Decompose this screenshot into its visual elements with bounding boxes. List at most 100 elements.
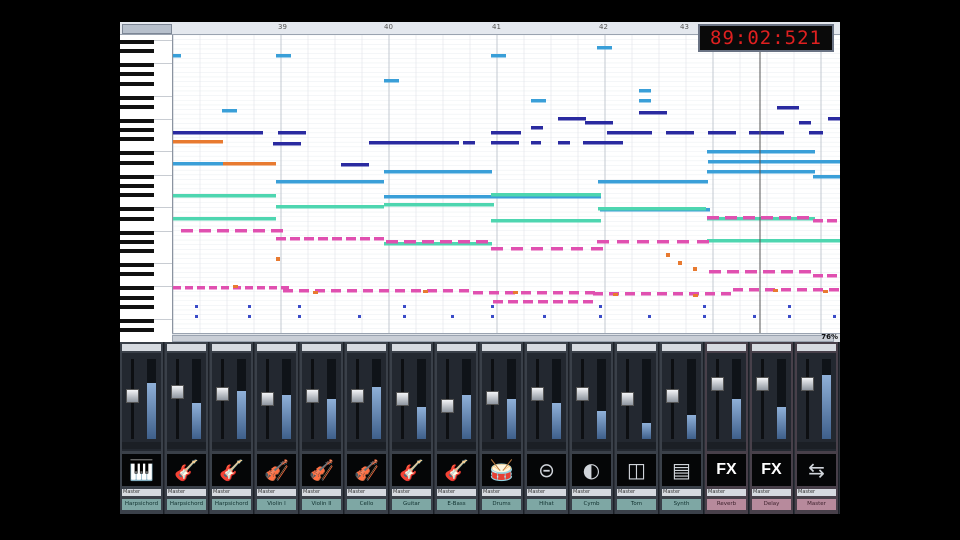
note[interactable] (221, 286, 229, 290)
channel-name[interactable]: Drums (482, 499, 521, 510)
note[interactable] (707, 170, 815, 174)
note[interactable] (779, 216, 791, 220)
channel-name[interactable]: Violin II (302, 499, 341, 510)
note[interactable] (809, 131, 823, 135)
fader-track[interactable] (806, 359, 809, 439)
note[interactable] (458, 240, 470, 244)
note[interactable] (217, 229, 229, 233)
note[interactable] (693, 294, 698, 297)
insert-slot[interactable] (797, 344, 836, 351)
output-routing[interactable]: Master (122, 489, 161, 496)
note[interactable] (440, 240, 452, 244)
note[interactable] (332, 237, 342, 241)
note[interactable] (491, 315, 494, 318)
black-key[interactable] (120, 239, 154, 244)
note[interactable] (666, 131, 694, 135)
channel-name[interactable]: Harpsichord (167, 499, 206, 510)
black-key[interactable] (120, 48, 154, 53)
horizontal-scrollbar[interactable]: 76% (172, 333, 840, 342)
note[interactable] (797, 288, 807, 292)
note[interactable] (276, 257, 280, 261)
note[interactable] (369, 141, 459, 145)
black-key[interactable] (120, 286, 154, 291)
black-key[interactable] (120, 118, 154, 123)
note-canvas[interactable] (173, 35, 840, 333)
note[interactable] (763, 270, 775, 274)
note[interactable] (597, 46, 612, 50)
note[interactable] (386, 240, 398, 244)
volume-fader[interactable] (531, 386, 544, 401)
note[interactable] (697, 240, 709, 244)
note[interactable] (491, 305, 494, 308)
note[interactable] (813, 239, 840, 243)
volume-fader[interactable] (216, 386, 229, 401)
note[interactable] (569, 291, 579, 295)
note[interactable] (703, 315, 706, 318)
output-routing[interactable]: Master (302, 489, 341, 496)
volume-fader[interactable] (441, 398, 454, 413)
volume-fader[interactable] (171, 385, 184, 400)
note[interactable] (281, 286, 289, 290)
note[interactable] (451, 315, 454, 318)
note[interactable] (553, 291, 563, 295)
strings-icon[interactable]: 🎻 (257, 454, 296, 486)
note[interactable] (571, 247, 583, 251)
note[interactable] (181, 229, 193, 233)
note[interactable] (828, 117, 840, 121)
note[interactable] (491, 131, 521, 135)
note[interactable] (799, 270, 811, 274)
note[interactable] (273, 142, 301, 146)
channel-name[interactable]: Tom (617, 499, 656, 510)
note[interactable] (363, 289, 373, 293)
black-key[interactable] (120, 151, 154, 156)
note[interactable] (827, 274, 837, 278)
volume-fader[interactable] (801, 377, 814, 392)
note[interactable] (708, 131, 736, 135)
channel-name[interactable]: Synth (662, 499, 701, 510)
note[interactable] (625, 292, 635, 296)
note[interactable] (531, 141, 541, 145)
insert-slot[interactable] (527, 344, 566, 351)
note[interactable] (593, 292, 603, 296)
note[interactable] (531, 99, 546, 103)
black-key[interactable] (120, 216, 154, 221)
note[interactable] (677, 240, 689, 244)
note[interactable] (384, 79, 399, 83)
note[interactable] (304, 237, 314, 241)
black-key[interactable] (120, 160, 154, 165)
black-key[interactable] (120, 263, 154, 268)
insert-slot[interactable] (707, 344, 746, 351)
note[interactable] (423, 290, 428, 293)
note[interactable] (173, 54, 181, 58)
black-key[interactable] (120, 72, 154, 77)
black-key[interactable] (120, 295, 154, 300)
volume-fader[interactable] (351, 388, 364, 403)
note[interactable] (443, 289, 453, 293)
insert-slot[interactable] (662, 344, 701, 351)
note[interactable] (707, 150, 815, 154)
volume-fader[interactable] (306, 388, 319, 403)
hihat-icon[interactable]: ⊝ (527, 454, 566, 486)
note[interactable] (508, 300, 518, 304)
note[interactable] (705, 292, 715, 296)
note[interactable] (276, 205, 384, 209)
volume-fader[interactable] (666, 388, 679, 403)
output-routing[interactable]: Master (482, 489, 521, 496)
note[interactable] (427, 289, 437, 293)
note[interactable] (298, 315, 301, 318)
note[interactable] (641, 292, 651, 296)
volume-fader[interactable] (126, 388, 139, 403)
cello-icon[interactable]: 🎻 (347, 454, 386, 486)
note[interactable] (531, 126, 543, 130)
volume-fader[interactable] (756, 377, 769, 392)
note[interactable] (199, 229, 211, 233)
note[interactable] (617, 240, 629, 244)
note[interactable] (666, 253, 670, 257)
note[interactable] (222, 109, 237, 113)
note[interactable] (749, 131, 784, 135)
channel-name[interactable]: Hihat (527, 499, 566, 510)
note[interactable] (523, 300, 533, 304)
volume-fader[interactable] (711, 377, 724, 392)
note[interactable] (599, 315, 602, 318)
black-key[interactable] (120, 62, 154, 67)
